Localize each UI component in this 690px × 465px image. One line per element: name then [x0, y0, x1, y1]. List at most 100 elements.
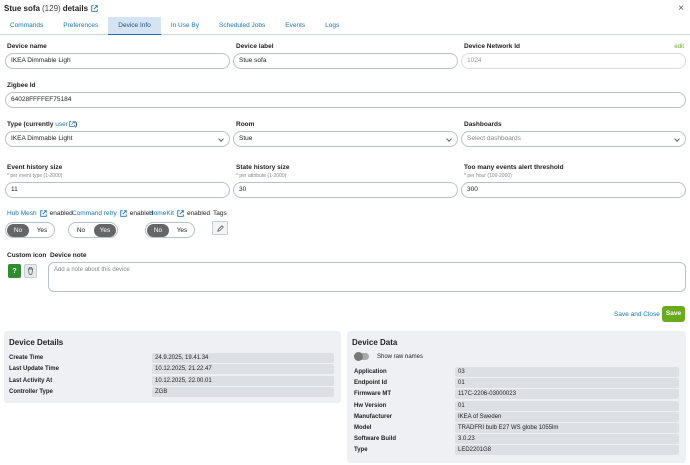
save-and-close-link[interactable]: Save and Close [614, 311, 660, 318]
detail-value: 10.12.2025, 22.00.01 [152, 376, 334, 386]
device-note-textarea[interactable]: Add a note about this device [48, 262, 686, 292]
tab-logs[interactable]: Logs [315, 17, 349, 35]
data-key: Software Build [354, 435, 397, 442]
data-key: Hw Version [354, 402, 387, 409]
edit-link[interactable]: edit [674, 44, 684, 50]
type-label-suffix: ) [74, 121, 78, 128]
state-history-input[interactable]: 30 [233, 182, 458, 198]
tab-bar: Commands Preferences Device Info In Use … [0, 17, 690, 35]
data-key: Manufacturer [354, 413, 393, 420]
tags-label: Tags [213, 210, 227, 217]
data-value: IKEA of Sweden [455, 412, 679, 422]
hub-mesh-status: enabled [49, 210, 73, 217]
data-value: 3.0.23 [455, 434, 679, 444]
custom-icon-label: Custom icon [7, 252, 47, 259]
data-value: TRADFRI bulb E27 WS globe 1055lm [455, 423, 679, 433]
tab-scheduled-jobs[interactable]: Scheduled Jobs [209, 17, 275, 35]
close-icon[interactable]: × [678, 3, 684, 14]
data-value: 01 [455, 378, 679, 388]
dashboards-label: Dashboards [464, 121, 502, 128]
event-history-input[interactable]: 11 [5, 182, 230, 198]
data-value: 01 [455, 401, 679, 411]
command-retry-yes[interactable]: Yes [94, 223, 116, 237]
data-key: Firmware MT [354, 390, 392, 397]
tab-commands[interactable]: Commands [0, 17, 53, 35]
state-history-label: State history size [236, 164, 290, 171]
homekit-flag: HomeKit enabled [149, 210, 210, 217]
detail-key: Last Update Time [9, 365, 59, 372]
type-label-prefix: Type (currently [7, 121, 56, 128]
external-link-icon[interactable] [177, 210, 184, 217]
zigbee-id-input[interactable]: 64028FFFFEF75184 [5, 92, 686, 108]
type-user-link[interactable]: user [55, 121, 68, 128]
edit-tags-button[interactable] [212, 221, 228, 235]
zigbee-id-label: Zigbee Id [7, 82, 36, 89]
tab-device-info[interactable]: Device Info [108, 17, 161, 35]
raw-names-switch[interactable] [354, 352, 369, 361]
detail-key: Last Activity At [9, 377, 53, 384]
tab-in-use-by[interactable]: In Use By [161, 17, 209, 35]
custom-icon-preview[interactable]: ? [8, 264, 21, 278]
save-button[interactable]: Save [662, 306, 685, 322]
device-label-input[interactable]: Stue sofa [233, 53, 458, 69]
window-title-bar: Stue sofa (129) details [0, 0, 690, 17]
data-key: Application [354, 368, 387, 375]
device-name-input[interactable]: IKEA Dimmable Ligh [5, 53, 230, 69]
hub-mesh-yes[interactable]: Yes [31, 224, 53, 237]
hub-mesh-flag: Hub Mesh enabled [7, 210, 73, 217]
network-id-label: Device Network Id [464, 43, 520, 50]
detail-value: ZGB [152, 387, 334, 397]
tab-preferences[interactable]: Preferences [53, 17, 108, 35]
hub-mesh-no[interactable]: No [7, 223, 29, 237]
data-key: Type [354, 446, 368, 453]
homekit-link[interactable]: HomeKit [149, 210, 174, 217]
room-label: Room [236, 121, 255, 128]
hub-mesh-link[interactable]: Hub Mesh [7, 210, 37, 217]
dashboards-select[interactable]: Select dashboards [461, 131, 686, 147]
device-label-label: Device label [236, 43, 274, 50]
detail-value: 10.12.2025, 21.22.47 [152, 364, 334, 374]
room-select[interactable]: Stue [233, 131, 458, 147]
command-retry-no[interactable]: No [70, 224, 92, 237]
data-key: Endpoint Id [354, 379, 387, 386]
homekit-toggle[interactable]: No Yes [145, 222, 195, 238]
type-label: Type (currently user) [7, 121, 77, 128]
pencil-icon [216, 224, 224, 232]
detail-key: Controller Type [9, 388, 53, 395]
too-many-events-hint: * per hour (100-2000) [464, 173, 512, 179]
hub-mesh-toggle[interactable]: No Yes [5, 222, 55, 238]
delete-icon-button[interactable] [24, 264, 37, 278]
device-details-title: Device Details [9, 338, 64, 347]
event-history-hint: * per event type (1-2000) [7, 173, 63, 179]
device-details-panel: Device Details Create Time 24.9.2025, 19… [4, 331, 341, 403]
title-suffix: details [62, 4, 89, 13]
tab-events[interactable]: Events [275, 17, 315, 35]
external-link-icon[interactable] [39, 210, 47, 217]
device-note-label: Device note [50, 252, 87, 259]
detail-value: 24.9.2025, 19.41.34 [152, 353, 334, 363]
device-name-label: Device name [7, 43, 47, 50]
device-title: Stue sofa [4, 4, 41, 13]
too-many-events-input[interactable]: 300 [461, 182, 686, 198]
command-retry-flag: Command retry enabled [72, 210, 153, 217]
homekit-no[interactable]: No [147, 223, 169, 237]
network-id-input: 1024 [461, 53, 686, 69]
type-select[interactable]: IKEA Dimmable Light [5, 131, 230, 147]
data-key: Model [354, 424, 372, 431]
command-retry-toggle[interactable]: No Yes [68, 222, 118, 238]
command-retry-link[interactable]: Command retry [72, 210, 117, 217]
too-many-events-label: Too many events alert threshold [464, 164, 564, 171]
trash-icon [27, 267, 34, 275]
state-history-hint: * per attribute (1-2000) [236, 173, 287, 179]
device-data-panel: Device Data Show raw names Application 0… [347, 331, 686, 463]
data-value: LED2201G8 [455, 445, 679, 455]
external-link-icon[interactable] [91, 5, 98, 12]
data-value: 03 [455, 367, 679, 377]
homekit-yes[interactable]: Yes [171, 224, 193, 237]
data-value: 117C-2206-03000023 [455, 389, 679, 399]
event-history-label: Event history size [7, 164, 63, 171]
homekit-status: enabled [186, 210, 211, 217]
device-count: (129) [42, 4, 61, 13]
device-data-title: Device Data [352, 338, 398, 347]
external-link-icon[interactable] [120, 210, 127, 217]
